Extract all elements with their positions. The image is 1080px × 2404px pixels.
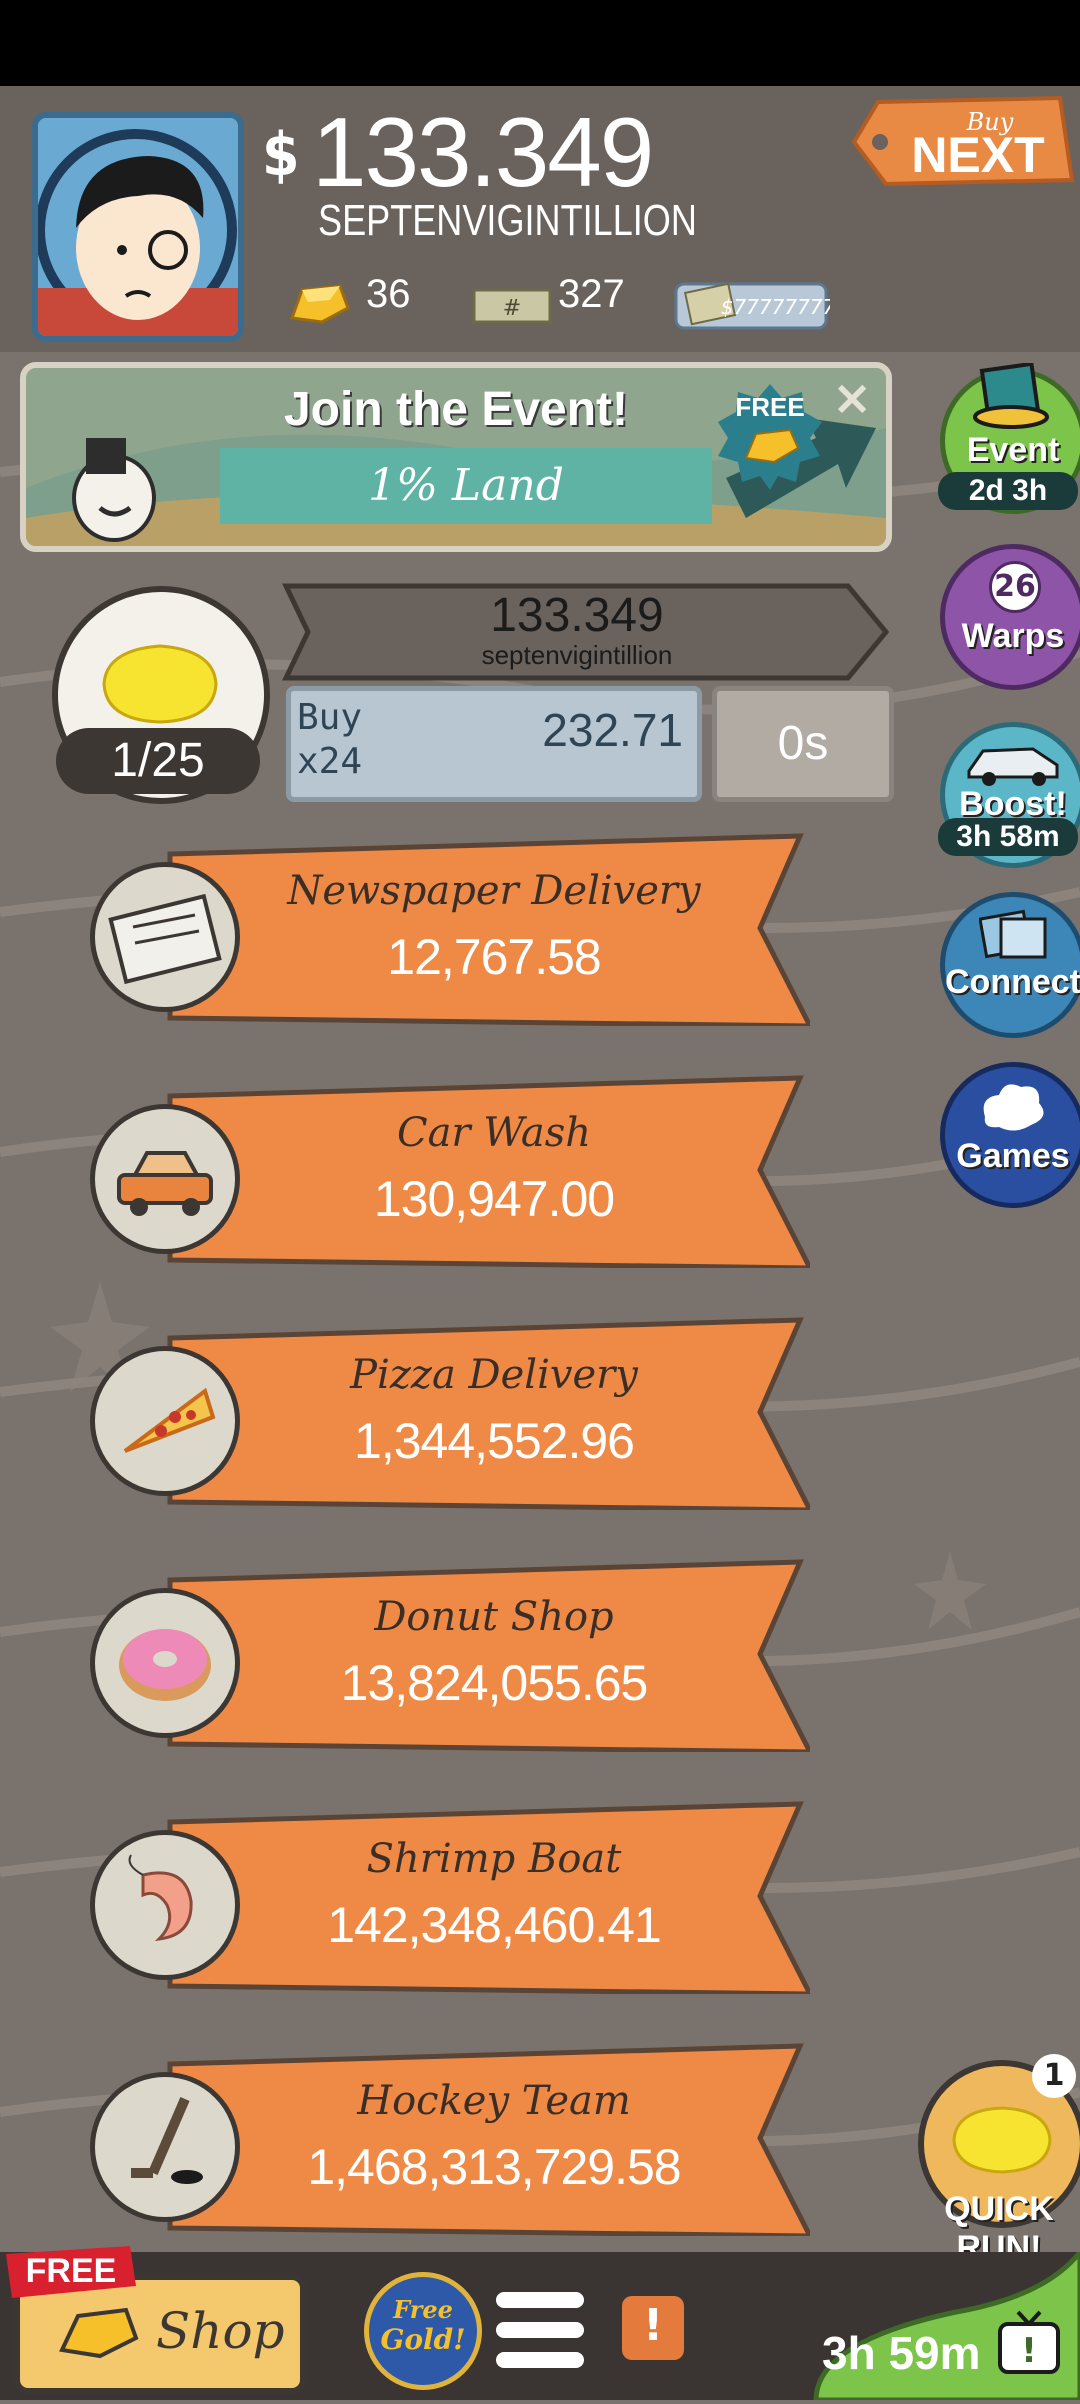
business-name: Car Wash [396,1110,592,1156]
business-revenue: 1,468,313,729.58 [307,2139,681,2195]
buy-cost: 232.71 [542,704,683,756]
tv-icon[interactable]: ! [996,2310,1062,2376]
buy-next-button[interactable]: Buy NEXT [850,94,1076,188]
currency-sign: $ [262,120,300,190]
lemon-icon [952,2106,1052,2174]
free-gold-badge: FREE [716,382,824,490]
status-bar [0,0,1080,86]
free-gold-button[interactable]: Free Gold! [364,2272,482,2390]
business-name: Shrimp Boat [366,1836,622,1882]
gold-bar-icon [59,2307,139,2359]
business-name: Hockey Team [357,2078,631,2124]
lemon-revenue-value: 133.349 [490,589,664,642]
business-name: Donut Shop [374,1594,614,1640]
warps-button[interactable]: 26 Warps [940,544,1080,690]
lemon-owned-count: 1/25 [56,728,260,794]
astronaut-portrait-icon [38,118,238,336]
event-character-icon [44,424,170,542]
alert-icon: ! [642,2300,664,2351]
business-ribbon[interactable] [160,2038,810,2236]
free-tag-label: FREE [25,2252,117,2290]
boost-timer: 3h 58m [938,818,1078,856]
warps-label: Warps [961,617,1065,655]
svg-text:NEXT: NEXT [911,127,1044,183]
event-banner[interactable]: Join the Event! 1% Land FREE × [20,362,892,552]
price-tag-icon: Buy NEXT [851,95,1075,187]
gold-bar-icon[interactable] [282,278,352,328]
business-revenue: 130,947.00 [373,1171,615,1227]
alert-button[interactable]: ! [622,2296,684,2360]
buy-multiplier: x24 [297,741,363,782]
svg-text:$77777777: $77777777 [721,295,830,319]
hamburger-menu-icon [496,2292,584,2368]
warps-count-badge: 26 [989,561,1041,613]
hat-icon [973,363,1049,429]
free-tag: FREE [6,2246,136,2298]
event-button-label: Event [966,431,1060,469]
business-ribbon[interactable] [160,1796,810,1994]
event-subtitle: 1% Land [220,448,712,524]
svg-text:#: # [503,296,521,321]
free-label: FREE [735,392,805,422]
lemon-revenue-unit: septenvigintillion [481,640,673,670]
menu-button[interactable] [492,2282,588,2378]
business-ribbon[interactable] [160,1312,810,1510]
svg-text:!: ! [1021,2331,1037,2371]
lemon-timer: 0s [712,686,894,802]
business-revenue: 12,767.58 [387,929,601,985]
buy-lemon-button[interactable]: Buy x24 232.71 [286,686,702,802]
business-ribbon[interactable] [160,1554,810,1752]
business-ribbon[interactable] [160,1070,810,1268]
business-revenue: 13,824,055.65 [340,1655,649,1711]
megabucks-count: 327 [558,272,625,316]
shop-label: Shop [156,2302,285,2360]
event-timer: 2d 3h [938,472,1078,510]
business-revenue: 1,344,552.96 [354,1413,635,1469]
buy-label: Buy [297,697,363,738]
photo-cards-icon [979,909,1047,959]
free-gold-line2: Gold! [380,2323,466,2356]
connect-button[interactable]: Connect [940,892,1080,1038]
quick-run-badge: 1 [1032,2054,1076,2098]
free-gold-line1: Free [393,2295,453,2324]
player-avatar[interactable] [32,112,244,342]
games-label: Games [956,1137,1070,1175]
business-name: Newspaper Delivery [287,868,701,914]
total-money: 133.349 [312,97,654,207]
business-revenue: 142,348,460.41 [327,1897,662,1953]
ad-timer-text: 3h 59m [822,2327,981,2379]
gold-bar-count: 36 [366,272,411,316]
splat-icon [983,1084,1044,1131]
lemon-revenue-bar: 133.349 septenvigintillion [282,582,892,682]
cash-bundle-icon[interactable]: $77777777 [674,278,830,332]
business-ribbon[interactable] [160,828,810,1026]
games-button[interactable]: Games [940,1062,1080,1208]
lemon-icon [102,644,218,724]
close-icon[interactable]: × [832,370,872,426]
megabucks-icon[interactable]: # [472,286,552,326]
car-boost-icon [967,747,1059,786]
business-name: Pizza Delivery [350,1352,638,1398]
money-unit: SEPTENVIGINTILLION [318,196,697,245]
connect-label: Connect [945,963,1080,1001]
